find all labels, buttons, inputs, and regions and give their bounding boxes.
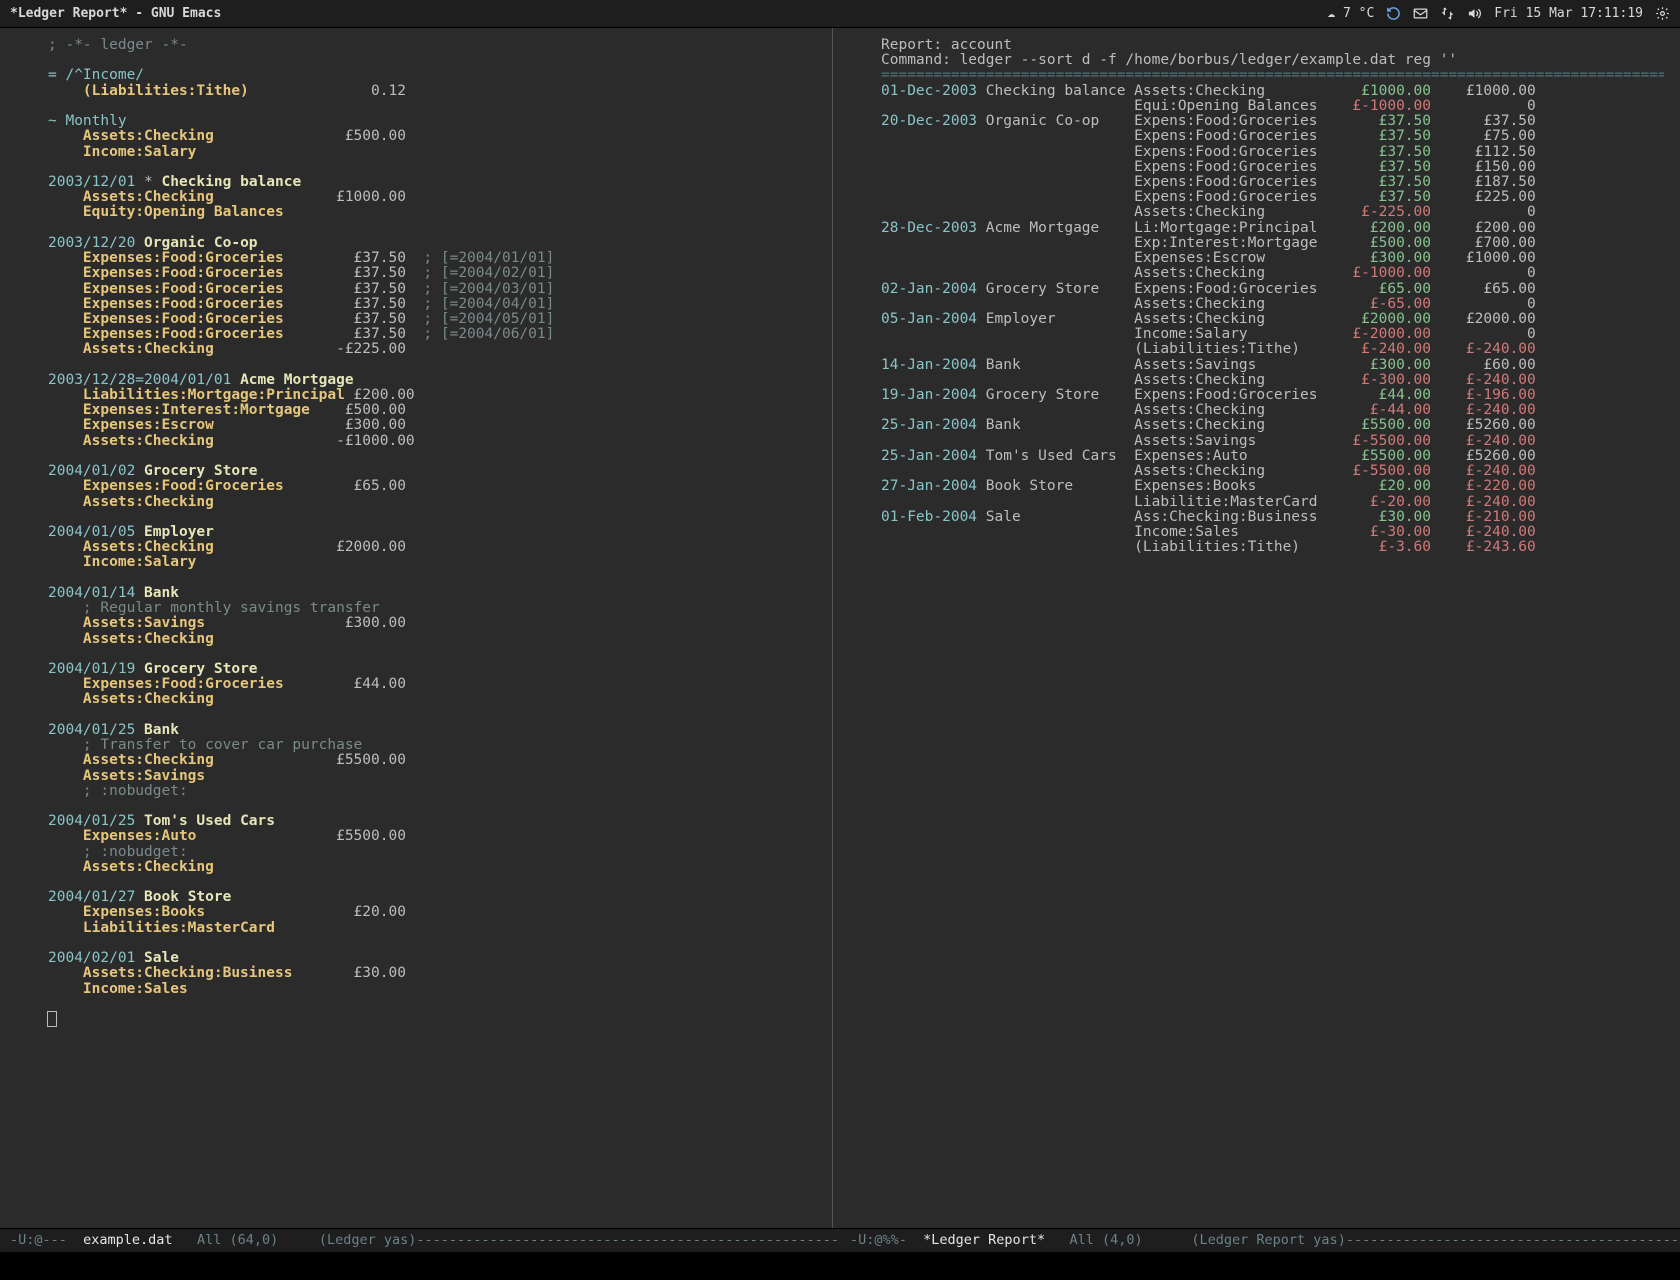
emacs-frame: ; -*- ledger -*- = /^Income/ (Liabilitie…: [0, 28, 1680, 1228]
text-cursor: [48, 1012, 56, 1026]
volume-icon[interactable]: [1467, 6, 1482, 21]
cloud-icon: ☁: [1327, 6, 1335, 21]
settings-icon[interactable]: [1655, 6, 1670, 21]
system-tray: ☁ 7 °C Fri 15 Mar 17:11:19: [1327, 6, 1670, 21]
ledger-source-buffer[interactable]: ; -*- ledger -*- = /^Income/ (Liabilitie…: [0, 28, 832, 1228]
network-icon[interactable]: [1440, 6, 1455, 21]
ledger-report-buffer[interactable]: Report: account Command: ledger --sort d…: [832, 28, 1664, 1228]
clock: Fri 15 Mar 17:11:19: [1494, 6, 1643, 21]
modeline-left: -U:@--- example.dat All (64,0) (Ledger y…: [0, 1228, 840, 1252]
refresh-icon[interactable]: [1386, 6, 1401, 21]
modeline-right: -U:@%%- *Ledger Report* All (4,0) (Ledge…: [840, 1228, 1680, 1252]
top-bar: *Ledger Report* - GNU Emacs ☁ 7 °C Fri 1…: [0, 0, 1680, 28]
mail-icon[interactable]: [1413, 7, 1428, 20]
weather-indicator: ☁ 7 °C: [1327, 6, 1374, 21]
window-title: *Ledger Report* - GNU Emacs: [10, 6, 221, 21]
modeline-area: -U:@--- example.dat All (64,0) (Ledger y…: [0, 1228, 1680, 1252]
